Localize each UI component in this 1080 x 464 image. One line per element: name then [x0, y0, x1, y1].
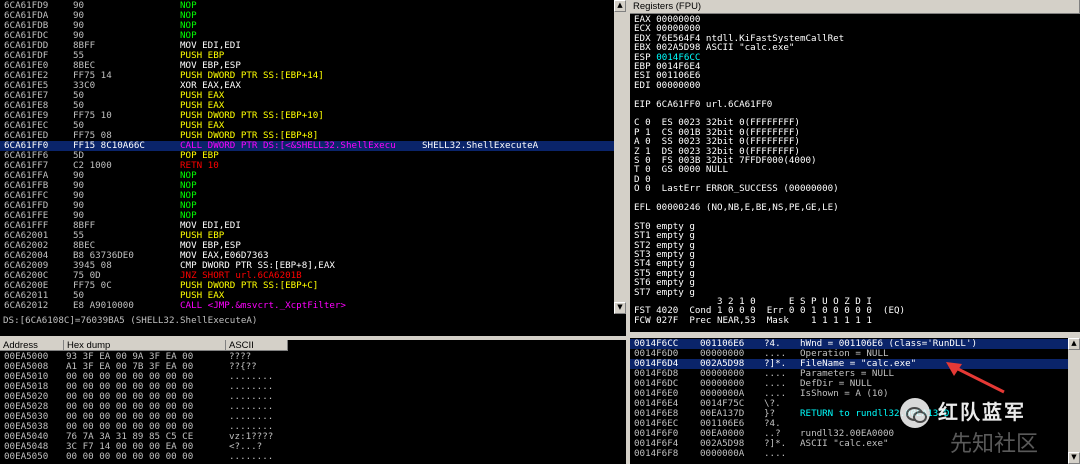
dump-row[interactable]: 00EA5050 00 00 00 00 00 00 00 00........ [0, 452, 626, 462]
disasm-row[interactable]: 6CA61FD9 90 NOP [0, 1, 614, 11]
scroll-up-icon[interactable]: ▲ [1068, 338, 1080, 350]
disasm-row[interactable]: 6CA61FFC 90 NOP [0, 191, 614, 201]
disasm-row[interactable]: 6CA61FDD 8BFF MOV EDI,EDI [0, 41, 614, 51]
dump-ascii: ........ [229, 451, 274, 462]
disasm-instruction: CALL <JMP.&msvcrt._XcptFilter> [180, 300, 346, 311]
disasm-row[interactable]: 6CA61FFF 8BFF MOV EDI,EDI [0, 221, 614, 231]
watermark-site: 先知社区 [950, 432, 1039, 457]
scroll-down-icon[interactable]: ▼ [614, 302, 626, 314]
stack-address: 0014F6F8 [634, 448, 679, 459]
stack-ascii: .... [764, 448, 787, 459]
scroll-down-icon[interactable]: ▼ [1068, 452, 1080, 464]
disasm-row[interactable]: 6CA61FFB 90 NOP [0, 181, 614, 191]
disasm-comment: SHELL32.ShellExecuteA [422, 140, 539, 151]
register-line[interactable]: FCW 027F Prec NEAR,53 Mask 1 1 1 1 1 1 [630, 314, 1080, 326]
watermark-brand: 红队蓝军 [938, 400, 1026, 424]
disasm-row[interactable]: 6CA61FFD 90 NOP [0, 201, 614, 211]
disasm-row[interactable]: 6CA61FF0 FF15 8C10A66C CALL DWORD PTR DS:[… [0, 141, 614, 151]
red-arrow-annotation [946, 362, 1005, 394]
disasm-row[interactable]: 6CA61FFA 90 NOP [0, 171, 614, 181]
red-arrow-shaft [955, 366, 1005, 394]
stack-value: 0000000A [700, 448, 745, 459]
disasm-row[interactable]: 6CA61FDB 90 NOP [0, 21, 614, 31]
stack-comment: ASCII "calc.exe" [800, 438, 889, 449]
disasm-row[interactable]: 6CA61FE5 33C0 XOR EAX,EAX [0, 81, 614, 91]
disasm-hex: E8 A9010000 [73, 300, 134, 311]
info-line: DS:[6CA6108C]=76039BA5 (SHELL32.ShellExe… [0, 314, 626, 336]
dump-header-ascii[interactable]: ASCII [226, 340, 288, 351]
info-line-text: DS:[6CA6108C]=76039BA5 (SHELL32.ShellExe… [3, 315, 258, 326]
disasm-row[interactable]: 6CA61FE9 FF75 10 PUSH DWORD PTR SS:[EBP+10… [0, 111, 614, 121]
stack-comment: IsShown = A (10) [800, 388, 889, 399]
registers-title: Registers (FPU) [630, 0, 1080, 14]
dump-header-address[interactable]: Address [0, 340, 64, 351]
disasm-row[interactable]: 6CA6200E FF75 0C PUSH DWORD PTR SS:[EBP+C] [0, 281, 614, 291]
dump-pane[interactable]: Address Hex dump ASCII 00EA5000 93 3F EA … [0, 340, 626, 464]
disasm-row[interactable]: 6CA62012 E8 A9010000 CALL <JMP.&msvcrt._Xc… [0, 301, 614, 311]
watermark: 红队蓝军 先知社区 [892, 394, 1068, 464]
dump-address: 00EA5050 [4, 451, 49, 462]
dump-hex: 00 00 00 00 00 00 00 00 [66, 451, 194, 462]
registers-pane[interactable]: Registers (FPU) EAX 00000000 ECX 00000000… [630, 0, 1080, 332]
disasm-row[interactable]: 6CA61FDA 90 NOP [0, 11, 614, 21]
disasm-row[interactable]: 6CA61FE7 50 PUSH EAX [0, 91, 614, 101]
register-text: FCW 027F Prec NEAR,53 Mask 1 1 1 1 1 1 [634, 314, 872, 326]
disassembly-scrollbar[interactable]: ▲ ▼ [614, 0, 626, 314]
scroll-up-icon[interactable]: ▲ [614, 0, 626, 12]
disasm-row[interactable]: 6CA61FF7 C2 1000 RETN 10 [0, 161, 614, 171]
dump-header-hex[interactable]: Hex dump [64, 340, 226, 351]
stack-scrollbar[interactable]: ▲ ▼ [1068, 338, 1080, 464]
stack-pane[interactable]: 0014F6CC 001106E6 ?4. hWnd = 001106E6 (clas… [630, 338, 1068, 464]
disassembly-pane[interactable]: 6CA61FD9 90 NOP 6CA61FDA 90 NOP 6CA61FDB 90 NOP 6… [0, 0, 614, 314]
disasm-address: 6CA62012 [4, 300, 49, 311]
wechat-logo-icon [900, 398, 930, 428]
